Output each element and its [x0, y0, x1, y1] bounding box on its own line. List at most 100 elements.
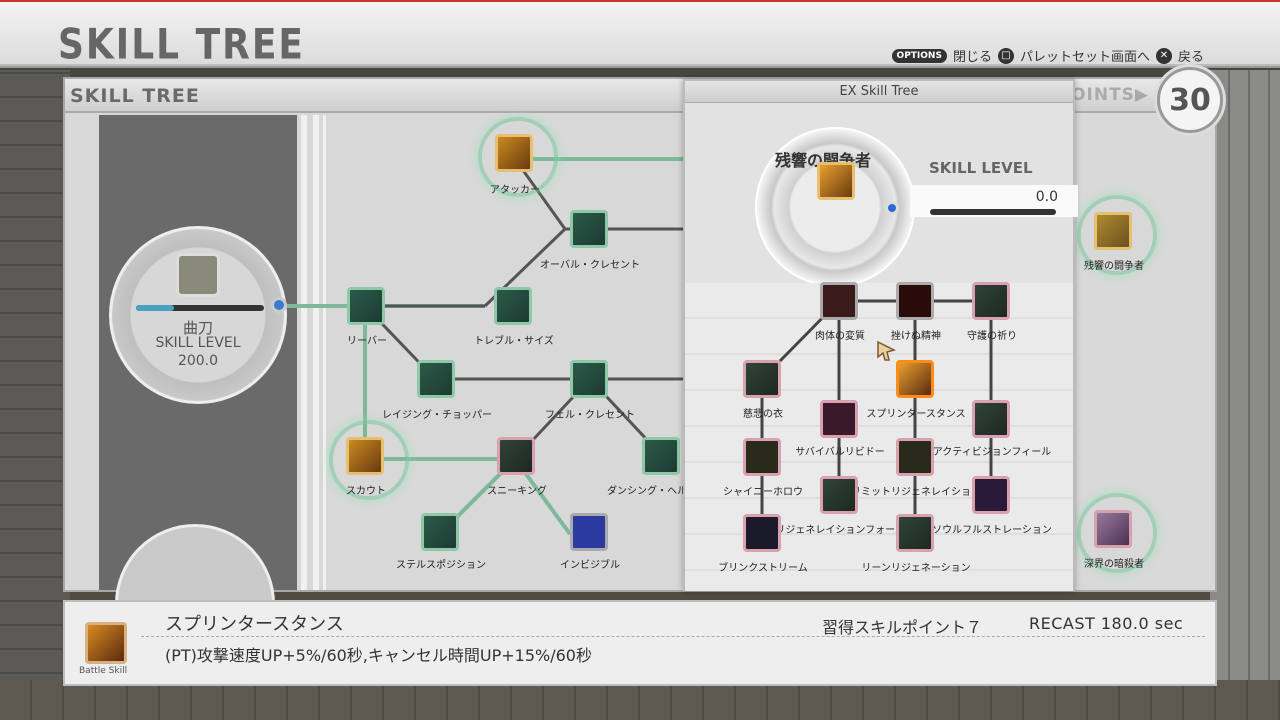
ex-node-guardian-prayer[interactable]: [967, 277, 1015, 325]
skill-point-cost: 習得スキルポイント７: [822, 618, 983, 637]
ex-skill-label: リーンリジェネーション: [861, 563, 971, 574]
screen-title: SKILL TREE: [58, 20, 306, 70]
weapon-level-value: 200.0: [177, 353, 219, 369]
ex-node-splinter-stance[interactable]: [891, 355, 939, 403]
close-hint-label[interactable]: 閉じる: [953, 46, 992, 65]
stealth-skill-icon: [421, 513, 459, 551]
back-hint-label[interactable]: 戻る: [1178, 46, 1204, 65]
ex-node-icon: [820, 476, 858, 514]
selected-skill-name: スプリンタースタンス: [165, 614, 344, 635]
skill-node-raging-chopper[interactable]: [412, 355, 460, 403]
ex-node-soulful-stration[interactable]: [967, 471, 1015, 519]
ex-node-unbroken-spirit[interactable]: [891, 277, 939, 325]
ex-node-icon: [896, 282, 934, 320]
ex-node-blink-stream[interactable]: [738, 509, 786, 557]
weapon-level-bar: [136, 305, 264, 311]
skill-node-reaver[interactable]: [342, 282, 390, 330]
ex-node-icon: [896, 360, 934, 398]
skill-node-fell-crescent[interactable]: [565, 355, 613, 403]
ex-node-mercy-robe[interactable]: [738, 355, 786, 403]
ex-node-icon: [743, 438, 781, 476]
ex-skill-tree-panel: EX Skill Tree 残響の闘争者 SKILL LEVEL 0.0 肉体の…: [683, 79, 1078, 591]
fell-crescent-skill-icon: [570, 360, 608, 398]
palette-hint-label[interactable]: パレットセット画面へ: [1020, 46, 1150, 65]
battle-skill-label: Battle Skill: [79, 666, 128, 676]
skill-node-oval-crescent[interactable]: [565, 205, 613, 253]
curved-sword-icon: [176, 253, 220, 297]
skill-node-attacker[interactable]: [478, 117, 558, 197]
ex-skill-label: ソウルフルストレーション: [932, 525, 1052, 536]
skill-label: トレブル・サイズ: [474, 336, 554, 347]
skill-description: (PT)攻撃速度UP+5%/60秒,キャンセル時間UP+15%/60秒: [165, 646, 592, 665]
sneaking-skill-icon: [497, 437, 535, 475]
skill-label: インビジブル: [560, 560, 620, 571]
skill-node-abyss-assassin[interactable]: [1077, 493, 1157, 573]
ex-node-lean-regeneration[interactable]: [891, 509, 939, 557]
attacker-skill-icon: [495, 134, 533, 172]
ex-node-shiny-hollow[interactable]: [738, 433, 786, 481]
skill-node-echo-fighter[interactable]: [1077, 195, 1157, 275]
skill-label: アタッカー: [490, 185, 540, 196]
weapon-level-dial[interactable]: 曲刀 SKILL LEVEL 200.0: [109, 226, 287, 404]
echo-fighter-skill-icon: [1094, 212, 1132, 250]
ex-skill-label: リミットリジェネレイション: [851, 487, 981, 498]
ex-node-regeneration-force[interactable]: [815, 471, 863, 519]
ex-skill-label: リジェネレイションフォース: [775, 525, 905, 536]
ex-skill-label: アクティビジョンフィール: [932, 447, 1052, 458]
skill-label: リーバー: [347, 336, 387, 347]
ex-skill-label: サバイバルリビドー: [795, 447, 885, 458]
header-divider: [0, 66, 1280, 68]
background-scenery-left: [0, 70, 70, 720]
square-button-icon[interactable]: □: [997, 47, 1014, 64]
cross-button-icon[interactable]: ✕: [1155, 47, 1172, 64]
skill-node-scout[interactable]: [329, 420, 409, 500]
skill-info-box: Battle Skill スプリンタースタンス 習得スキルポイント７ RECAS…: [63, 600, 1217, 686]
ex-skill-label: スプリンタースタンス: [866, 409, 966, 420]
ex-node-icon: [896, 514, 934, 552]
ex-node-survival-libido[interactable]: [815, 395, 863, 443]
ex-node-icon: [972, 282, 1010, 320]
options-button-icon[interactable]: OPTIONS: [891, 48, 947, 63]
skill-node-treble-scythe[interactable]: [489, 282, 537, 330]
skill-node-dancing-hell[interactable]: [637, 432, 685, 480]
skill-label: レイジング・チョッパー: [382, 410, 492, 421]
ex-skill-label: ブリンクストリーム: [718, 563, 808, 574]
skill-label: オーバル・クレセント: [540, 260, 640, 271]
weapon-connector-dot: [271, 297, 287, 313]
recast-time: RECAST 180.0 sec: [1029, 614, 1184, 633]
slash-skill-icon: [347, 287, 385, 325]
ex-node-icon: [896, 438, 934, 476]
scout-skill-icon: [346, 437, 384, 475]
ex-skill-label: 慈悲の衣: [743, 409, 783, 420]
ex-node-icon: [743, 514, 781, 552]
weapon-level-fill: [136, 305, 175, 311]
top-header: SKILL TREE OPTIONS 閉じる □ パレットセット画面へ ✕ 戻る: [0, 0, 1280, 70]
ex-node-body-change[interactable]: [815, 277, 863, 325]
assassin-skill-icon: [1094, 510, 1132, 548]
skill-label: ステルスポジション: [396, 560, 486, 571]
background-scenery-right: [1210, 70, 1280, 720]
ex-node-icon: [972, 476, 1010, 514]
crescent-skill-icon: [570, 210, 608, 248]
skill-label: フェル・クレセント: [545, 410, 635, 421]
battle-skill-icon: [85, 622, 127, 664]
skill-label: スカウト: [346, 486, 386, 497]
skill-node-sneaking[interactable]: [492, 432, 540, 480]
ex-skill-label: 守護の祈り: [967, 331, 1017, 342]
weapon-level-label: SKILL LEVEL: [155, 335, 241, 351]
invisible-skill-icon: [570, 513, 608, 551]
chopper-skill-icon: [417, 360, 455, 398]
skill-node-stealth-position[interactable]: [416, 508, 464, 556]
ex-node-icon: [820, 400, 858, 438]
ex-node-icon: [743, 360, 781, 398]
info-divider: [141, 636, 1205, 637]
skill-node-invisible[interactable]: [565, 508, 613, 556]
ex-node-limit-regeneration[interactable]: [891, 433, 939, 481]
ex-skill-label: シャイニーホロウ: [723, 487, 803, 498]
dancing-skill-icon: [642, 437, 680, 475]
ex-node-activision-feel[interactable]: [967, 395, 1015, 443]
scythe-skill-icon: [494, 287, 532, 325]
ex-node-icon: [820, 282, 858, 320]
skill-label: スニーキング: [487, 486, 547, 497]
ex-node-icon: [972, 400, 1010, 438]
